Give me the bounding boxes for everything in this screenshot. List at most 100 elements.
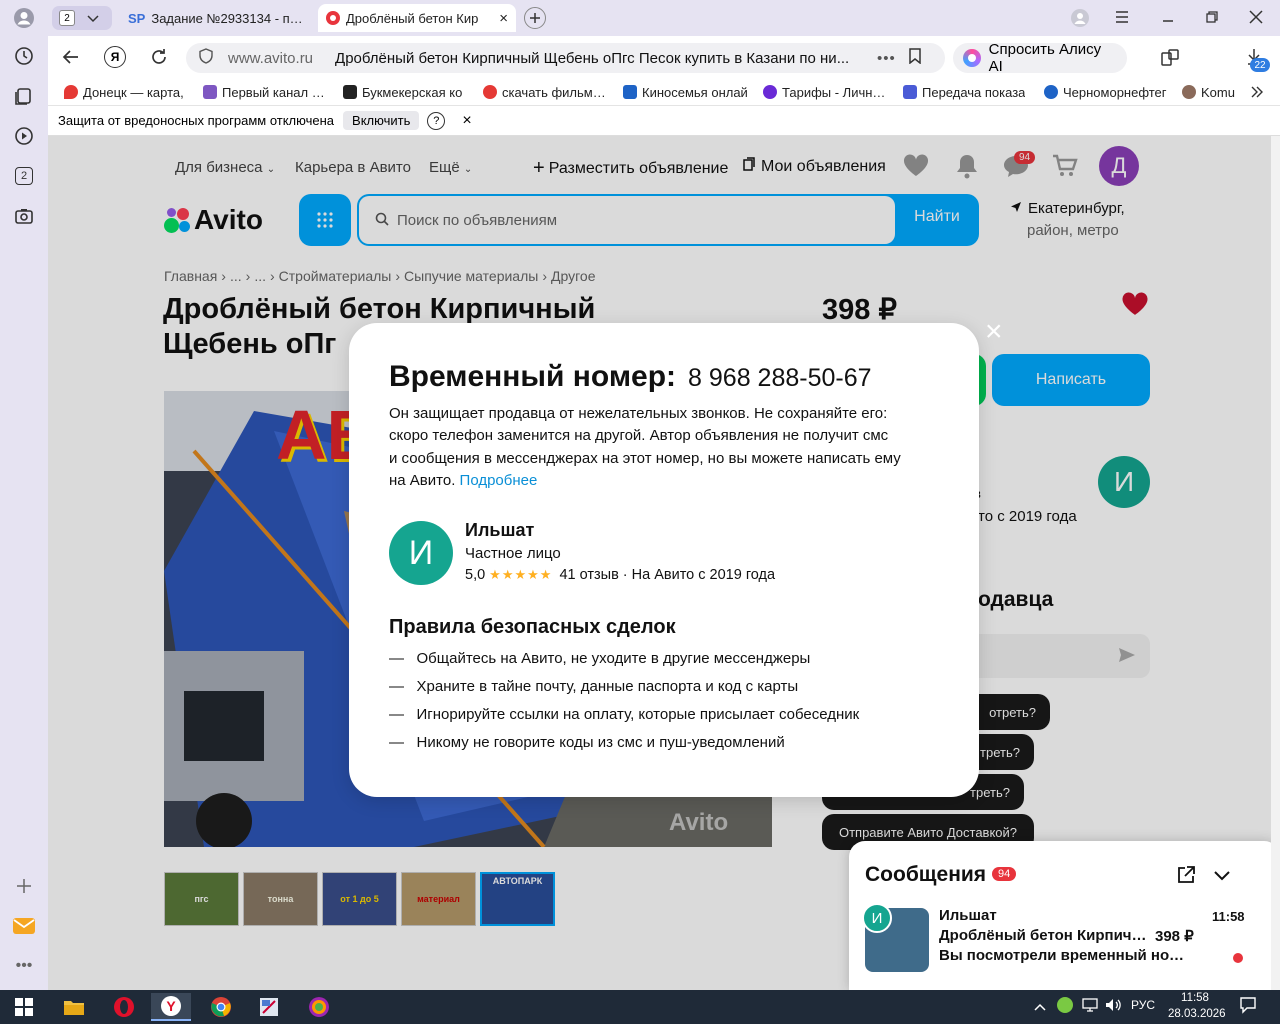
rating-stars-icon: ★★★★★ (489, 567, 553, 582)
help-icon[interactable]: ? (427, 111, 446, 130)
meter-icon (903, 85, 917, 99)
enable-protection-button[interactable]: Включить (343, 111, 420, 130)
tab-task[interactable]: SP Задание №2933134 - про (120, 4, 312, 32)
collapse-chevron-icon[interactable] (1213, 869, 1231, 885)
screenshot-icon[interactable] (10, 202, 38, 230)
clock[interactable]: 11:58 28.03.2026 (1168, 990, 1226, 1022)
safety-rule: — Храните в тайне почту, данные паспорта… (389, 678, 799, 695)
seller-rating-row: 5,0 ★★★★★ 41 отзыв · На Авито с 2019 год… (465, 567, 775, 583)
modal-description: Он защищает продавца от нежелательных зв… (389, 405, 901, 489)
restore-icon[interactable] (1204, 9, 1220, 28)
safety-rules-title: Правила безопасных сделок (389, 616, 676, 638)
alice-icon (963, 49, 981, 67)
color-app-icon[interactable] (299, 993, 339, 1021)
action-center-icon[interactable] (1239, 996, 1257, 1017)
profile-icon[interactable] (10, 4, 38, 32)
snipping-tool-icon[interactable] (249, 993, 289, 1021)
safety-rule: — Игнорируйте ссылки на оплату, которые … (389, 706, 860, 723)
bookmark-item[interactable]: Тарифы - Личный (763, 83, 889, 101)
chat-list-item[interactable]: И Ильшат 11:58 Дроблёный бетон Кирпичн..… (862, 903, 1265, 976)
bookmark-item[interactable]: Киносемья онлай (623, 83, 749, 101)
file-explorer-icon[interactable] (54, 993, 94, 1021)
alice-label: Спросить Алису AI (988, 41, 1102, 75)
bookmark-item[interactable]: Донецк — карта, (64, 83, 188, 101)
map-pin-icon (64, 85, 78, 99)
menu-icon[interactable] (1114, 9, 1130, 28)
seller-name[interactable]: Ильшат (465, 520, 534, 541)
mail-icon[interactable] (10, 912, 38, 940)
account-icon[interactable] (1070, 8, 1090, 31)
open-external-icon[interactable] (1176, 865, 1196, 888)
bookmark-item[interactable]: Черноморнефтег (1044, 83, 1168, 101)
more-icon[interactable]: ••• (10, 952, 38, 980)
tab-close-icon[interactable]: × (499, 10, 508, 27)
windows-start-icon[interactable] (4, 993, 44, 1021)
bookmark-item[interactable]: Передача показа (903, 83, 1031, 101)
chat-item-price: 398 ₽ (1155, 928, 1194, 945)
more-info-link[interactable]: Подробнее (460, 472, 538, 489)
tab-strip: 2 SP Задание №2933134 - про Дроблёный бе… (48, 0, 1280, 36)
yandex-browser-icon[interactable]: Y (151, 993, 191, 1021)
back-icon[interactable] (62, 48, 80, 69)
bookmark-item[interactable]: скачать фильмы 2 (483, 83, 609, 101)
tray-app-icon[interactable] (1057, 997, 1073, 1013)
safety-rule: — Общайтесь на Авито, не уходите в други… (389, 650, 811, 667)
page-scrollbar[interactable] (1271, 136, 1280, 990)
add-panel-icon[interactable] (10, 872, 38, 900)
temp-phone-modal: Временный номер: 8 968 288-50-67 Он защи… (349, 323, 979, 797)
tab-label: Дроблёный бетон Кир (346, 10, 479, 26)
avatar-icon (1182, 85, 1196, 99)
chat-avatar: И (862, 903, 892, 933)
bookmark-item[interactable]: Komu (1182, 83, 1240, 101)
address-more-icon[interactable]: ••• (877, 50, 896, 67)
alice-button[interactable]: Спросить Алису AI (953, 41, 1127, 75)
bookmarks-bar: Донецк — карта, Первый канал — c Букмеке… (48, 78, 1280, 106)
tab-avito[interactable]: Дроблёный бетон Кир × (318, 4, 516, 32)
language-indicator[interactable]: РУС (1131, 998, 1155, 1012)
extensions-icon[interactable] (1160, 48, 1180, 71)
avito-page: Для бизнеса ⌄ Карьера в Авито Ещё ⌄ + Раз… (48, 136, 1280, 990)
reload-icon[interactable] (149, 47, 169, 70)
messenger-title: Сообщения (865, 863, 987, 886)
volume-icon[interactable] (1105, 998, 1123, 1015)
tabs-counter-icon[interactable]: 2 (10, 162, 38, 190)
history-icon[interactable] (10, 42, 38, 70)
tray-chevron-icon[interactable] (1034, 999, 1046, 1015)
video-icon[interactable] (10, 122, 38, 150)
minimize-icon[interactable] (1160, 9, 1176, 28)
bookmarks-more-icon[interactable] (1250, 83, 1264, 101)
messenger-widget: Сообщения 94 И Ильшат 11:58 Дроблёный бе… (849, 841, 1280, 990)
monitor-icon (623, 85, 637, 99)
messenger-badge: 94 (992, 867, 1017, 881)
seller-rating: 5,0 (465, 567, 486, 583)
windows-taskbar: Y РУС 11:58 28.03.2026 (0, 990, 1280, 1024)
protection-infobar: Защита от вредоносных программ отключена… (48, 106, 1280, 136)
network-icon[interactable] (1082, 998, 1098, 1015)
new-tab-button[interactable] (524, 7, 546, 29)
sidebar-tab-count: 2 (15, 167, 33, 185)
opera-icon[interactable] (104, 993, 144, 1021)
unread-dot (1233, 953, 1243, 963)
yandex-home-icon[interactable]: Я (104, 46, 126, 68)
close-window-icon[interactable] (1248, 9, 1264, 28)
site-info-icon[interactable] (198, 48, 214, 68)
chat-preview: Вы посмотрели временный ном... (939, 947, 1189, 964)
address-row: Я www.avito.ru Дроблёный бетон Кирпичный… (48, 36, 1280, 78)
modal-close-icon[interactable]: × (985, 317, 1003, 347)
collections-icon[interactable] (10, 82, 38, 110)
modal-header: Временный номер: 8 968 288-50-67 (389, 360, 872, 394)
modal-heading: Временный номер: (389, 360, 677, 393)
avito-favicon-icon (326, 11, 340, 25)
chrome-icon[interactable] (201, 993, 241, 1021)
temp-phone-number[interactable]: 8 968 288-50-67 (688, 364, 871, 393)
tab-group-count: 2 (59, 10, 75, 26)
svg-text:Y: Y (166, 998, 176, 1014)
tab-group-button[interactable]: 2 (52, 6, 112, 30)
infobar-close-icon[interactable]: × (462, 112, 471, 130)
bookmark-icon[interactable] (908, 48, 922, 68)
modal-seller-avatar[interactable]: И (389, 521, 453, 585)
address-bar[interactable]: www.avito.ru Дроблёный бетон Кирпичный Щ… (186, 43, 945, 73)
bookmark-item[interactable]: Букмекерская ко (343, 83, 469, 101)
seller-reviews[interactable]: 41 отзыв · На Авито с 2019 года (559, 567, 775, 583)
bookmark-item[interactable]: Первый канал — c (203, 83, 329, 101)
